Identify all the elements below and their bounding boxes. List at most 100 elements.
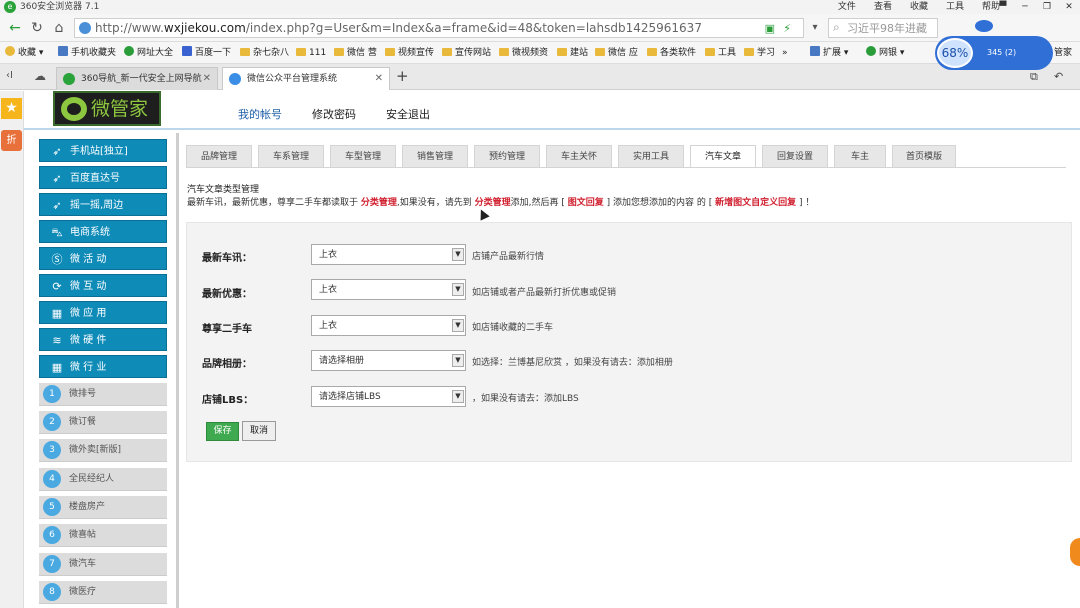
used-car-select[interactable]: 上衣 ▼ — [311, 315, 466, 336]
brand-album-select[interactable]: 请选择相册 ▼ — [311, 350, 466, 371]
bookmark-item[interactable]: 网址大全 — [124, 42, 173, 64]
tabs-underline — [186, 167, 1066, 168]
custom-reply-link[interactable]: 新增图文自定义回复 — [715, 198, 796, 208]
sidebar-sub-item[interactable]: 1 微排号 — [39, 383, 167, 406]
maximize-icon[interactable]: ❐ — [1036, 0, 1058, 14]
tab-reply-settings[interactable]: 回复设置 — [762, 145, 828, 168]
undo-icon[interactable]: ↶ — [1054, 70, 1063, 83]
bookmark-item[interactable]: 百度一下 — [182, 42, 231, 64]
menu-view[interactable]: 查看 — [874, 0, 892, 14]
sidebar-sub-item[interactable]: 8 微医疗 — [39, 581, 167, 604]
menu-favorites[interactable]: 收藏 — [910, 0, 928, 14]
sidebar-item-apps[interactable]: ▦ 微 应 用 — [39, 301, 167, 324]
bookmark-item[interactable]: 微信 应 — [595, 42, 638, 64]
latest-offer-select[interactable]: 上衣 ▼ — [311, 279, 466, 300]
sidebar-sub-item[interactable]: 6 微喜帖 — [39, 524, 167, 547]
sidebar-item-baidu[interactable]: ➶ 百度直达号 — [39, 166, 167, 189]
menu-file[interactable]: 文件 — [838, 0, 856, 14]
bookmark-item[interactable]: 工具 — [705, 42, 736, 64]
minimize-icon[interactable]: ─ — [1014, 0, 1036, 14]
tab-list-icon[interactable]: ‹I — [6, 70, 13, 81]
tab-tools[interactable]: 实用工具 — [618, 145, 684, 168]
tab-booking[interactable]: 预约管理 — [474, 145, 540, 168]
tab-360-nav[interactable]: 360导航_新一代安全上网导航 ✕ — [56, 67, 218, 90]
bookmark-item[interactable]: 宣传网站 — [442, 42, 491, 64]
bookmark-item[interactable]: 手机收藏夹 — [58, 42, 116, 64]
sidebar-item-industry[interactable]: ▦ 微 行 业 — [39, 355, 167, 378]
cloud-icon[interactable]: ☁ — [34, 69, 46, 83]
sidebar-item-interaction[interactable]: ⟳ 微 互 动 — [39, 274, 167, 297]
pin-icon[interactable]: ▀ — [992, 0, 1014, 14]
cancel-button[interactable]: 取消 — [242, 421, 276, 441]
sidebar-sub-item[interactable]: 7 微汽车 — [39, 553, 167, 576]
tab-owner-care[interactable]: 车主关怀 — [546, 145, 612, 168]
tab-wechat-admin[interactable]: 微信公众平台管理系统 ✕ — [222, 67, 390, 90]
bookmark-overflow[interactable]: » — [782, 42, 788, 64]
folder-icon — [442, 48, 452, 56]
bookmark-item[interactable]: 学习 — [744, 42, 775, 64]
bookmark-item[interactable]: 微信 营 — [334, 42, 377, 64]
bookmark-item[interactable]: 视频宣传 — [385, 42, 434, 64]
sidebar-item-activity[interactable]: Ⓢ 微 活 动 — [39, 247, 167, 270]
sidebar-item-hardware[interactable]: ≋ 微 硬 件 — [39, 328, 167, 351]
sidebar-sub-item[interactable]: 2 微订餐 — [39, 411, 167, 434]
dropdown-arrow-icon: ▼ — [452, 319, 464, 332]
sidebar-item-mobile-site[interactable]: ➶ 手机站[独立] — [39, 139, 167, 162]
tab-window-icon[interactable]: ⧉ — [1030, 70, 1038, 84]
category-link[interactable]: 分类管理 — [475, 198, 511, 208]
nav-logout[interactable]: 安全退出 — [386, 106, 430, 122]
security-manager-label[interactable]: 管家 — [1054, 42, 1072, 64]
sidebar-sub-item[interactable]: 5 楼盘房产 — [39, 496, 167, 519]
store-lbs-select[interactable]: 请选择店铺LBS ▼ — [311, 386, 466, 407]
tab-home-template[interactable]: 首页模版 — [892, 145, 956, 168]
sidebar-sub-item[interactable]: 4 全民经纪人 — [39, 468, 167, 491]
url-input[interactable]: http://www.wxjiekou.com/index.php?g=User… — [74, 18, 804, 38]
lightning-icon[interactable]: ⚡ — [783, 21, 791, 37]
menu-tools[interactable]: 工具 — [946, 0, 964, 14]
nav-my-account[interactable]: 我的帐号 — [238, 106, 282, 122]
shield-icon[interactable]: ▣ — [765, 21, 775, 37]
sidebar-sub-item[interactable]: 3 微外卖[新版] — [39, 439, 167, 462]
close-icon[interactable]: ✕ — [1058, 0, 1080, 14]
top-nav: 我的帐号 修改密码 安全退出 — [238, 106, 430, 122]
bookmark-item[interactable]: 各类软件 — [647, 42, 696, 64]
site-logo[interactable]: 微管家 — [53, 91, 161, 126]
favorites-star-icon[interactable]: ★ — [1, 98, 22, 119]
chevron-down-icon[interactable]: ▾ — [806, 19, 824, 37]
extensions-button[interactable]: 扩展 ▾ — [810, 42, 848, 64]
tab-model[interactable]: 车型管理 — [330, 145, 396, 168]
back-arrow-icon[interactable]: ← — [6, 19, 24, 37]
image-reply-link[interactable]: 图文回复 — [568, 198, 604, 208]
new-tab-icon[interactable]: + — [396, 67, 409, 85]
bookmark-item[interactable]: 111 — [296, 42, 326, 64]
tab-close-icon[interactable]: ✕ — [375, 68, 383, 90]
tab-brand[interactable]: 品牌管理 — [186, 145, 252, 168]
latest-news-select[interactable]: 上衣 ▼ — [311, 244, 466, 265]
discount-icon[interactable]: 折 — [1, 130, 22, 151]
tab-owner[interactable]: 车主 — [834, 145, 886, 168]
tab-car-articles[interactable]: 汽车文章 — [690, 145, 756, 168]
label-store-lbs: 店铺LBS： — [202, 395, 254, 406]
save-button[interactable]: 保存 — [206, 422, 239, 441]
sidebar-item-ecommerce[interactable]: ⛍ 电商系统 — [39, 220, 167, 243]
site-logo-text: 微管家 — [91, 98, 149, 120]
bookmark-item[interactable]: 建站 — [557, 42, 588, 64]
tab-close-icon[interactable]: ✕ — [203, 68, 211, 90]
bookmark-item[interactable]: 杂七杂八 — [240, 42, 289, 64]
tab-sales[interactable]: 销售管理 — [402, 145, 468, 168]
tab-series[interactable]: 车系管理 — [258, 145, 324, 168]
search-input[interactable]: ⌕ 习近平98年进藏 — [828, 18, 938, 38]
home-icon[interactable]: ⌂ — [50, 19, 68, 37]
refresh-icon[interactable]: ↻ — [28, 19, 46, 37]
category-link[interactable]: 分类管理 — [361, 198, 397, 208]
speed-count: 345 (2) — [987, 48, 1017, 57]
speed-bubble — [975, 20, 993, 32]
bookmark-item[interactable]: 微视频资 — [499, 42, 548, 64]
speed-widget[interactable]: 68% 345 (2) — [935, 36, 1053, 70]
bookmark-favorites[interactable]: 收藏 ▾ — [5, 42, 43, 64]
floating-side-button[interactable] — [1070, 538, 1080, 566]
nav-change-password[interactable]: 修改密码 — [312, 106, 356, 122]
hint-latest-news: 店铺产品最新行情 — [472, 252, 545, 262]
bank-button[interactable]: 网银 ▾ — [866, 42, 904, 64]
sidebar-item-shake[interactable]: ➶ 摇一摇,周边 — [39, 193, 167, 216]
